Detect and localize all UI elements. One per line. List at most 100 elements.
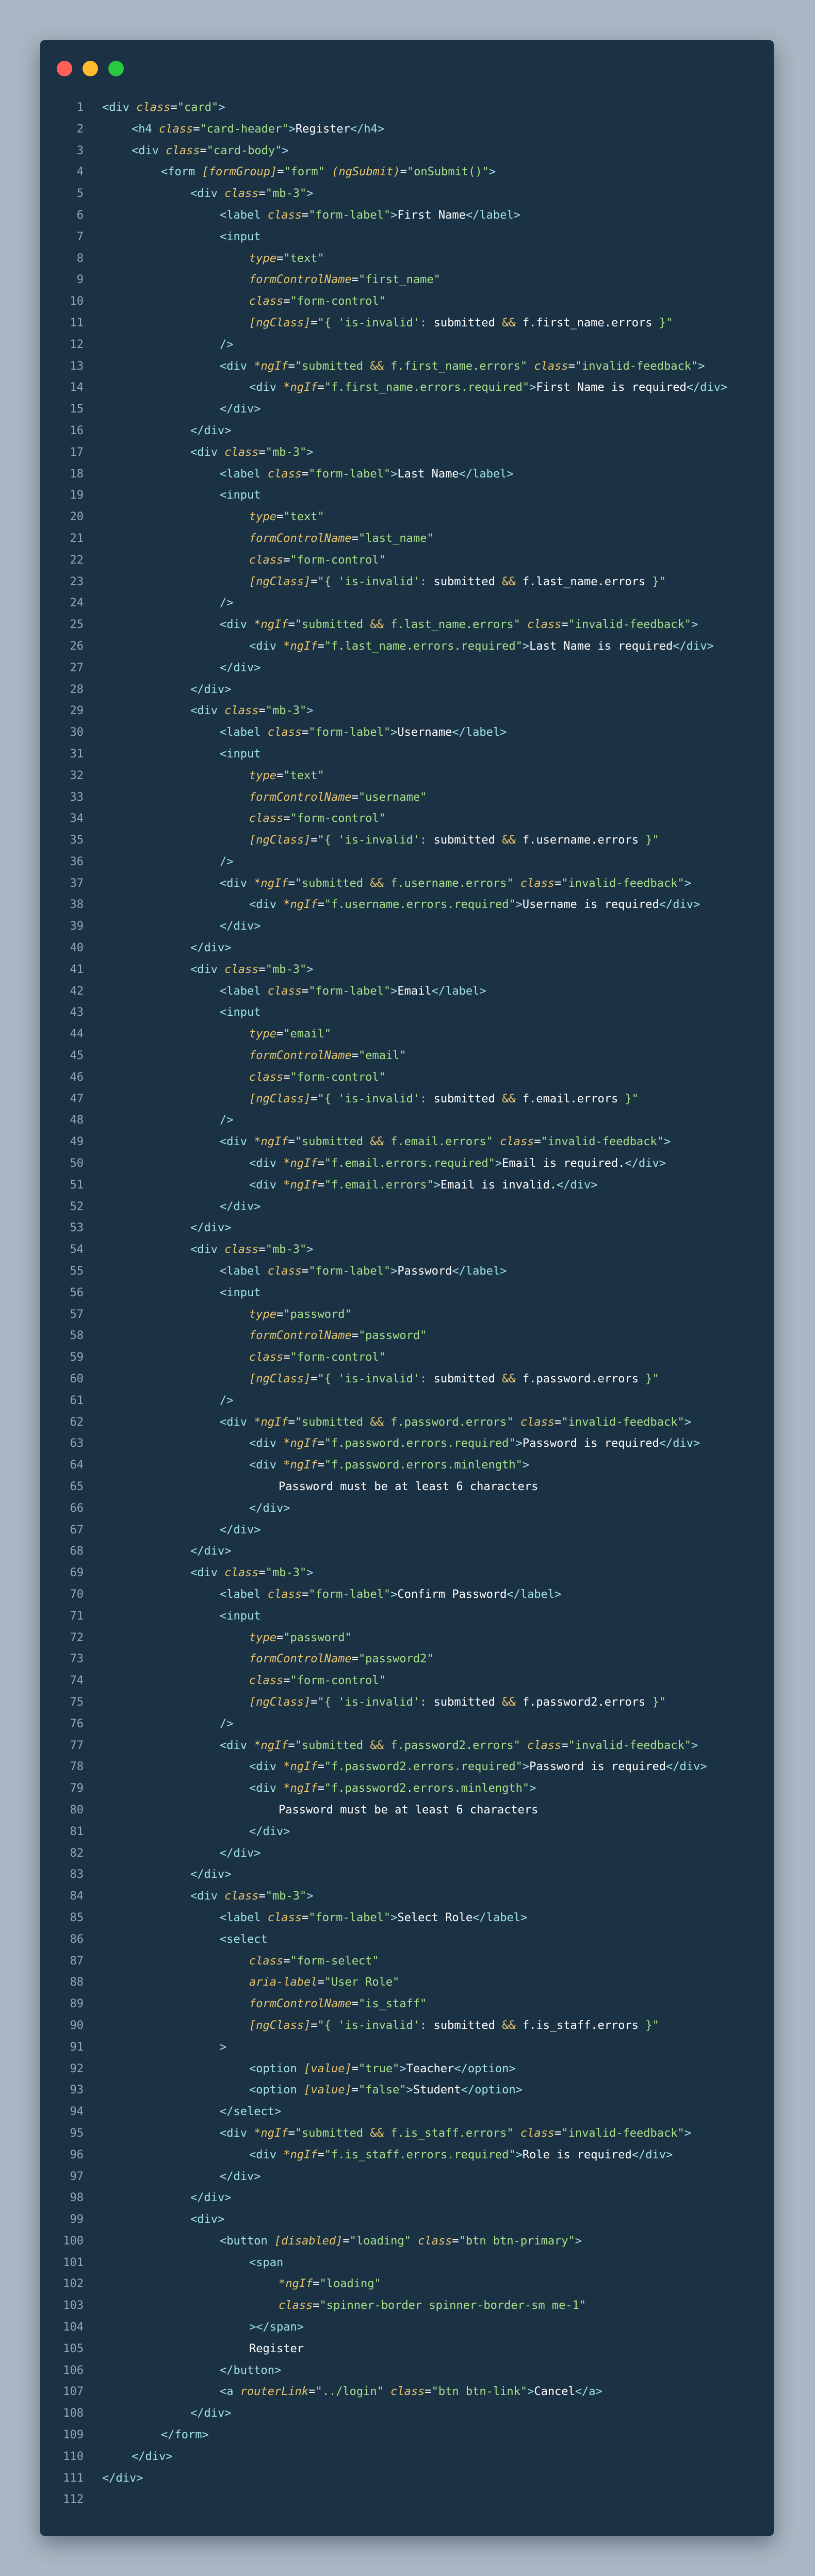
line-number: 69: [70, 1566, 84, 1580]
code-token: class: [166, 144, 200, 157]
code-token: <option: [249, 2084, 304, 2097]
code-line: 33 formControlName="username": [40, 787, 774, 808]
line-number: 111: [63, 2471, 84, 2485]
code-text: <label class="form-label">Confirm Passwo…: [220, 1584, 561, 1606]
code-token: =: [561, 618, 568, 632]
code-token: Username is required: [522, 898, 659, 912]
code-token: =: [258, 445, 266, 459]
code-token: "form-label": [308, 467, 391, 481]
code-token: class: [527, 1739, 562, 1752]
code-token: </div>: [190, 1221, 232, 1235]
code-token: =: [561, 1739, 568, 1752]
code-token: <div: [190, 704, 225, 718]
code-token: <div: [102, 101, 137, 114]
code-token: "form-label": [308, 1911, 391, 1924]
code-token: "mb-3": [265, 1243, 307, 1257]
code-token: >: [433, 1178, 441, 1192]
code-token: formControlName: [249, 532, 352, 545]
code-text: <div class="mb-3">: [190, 183, 313, 205]
code-token: f.email.errors": [383, 1135, 493, 1149]
line-number: 31: [70, 747, 84, 761]
line-number: 77: [70, 1739, 84, 1752]
code-token: >: [390, 208, 398, 222]
line-number: 6: [76, 208, 84, 222]
code-token: =: [317, 1437, 324, 1450]
code-token: class: [224, 1243, 259, 1257]
code-token: </h4>: [350, 122, 385, 136]
close-window-icon[interactable]: [57, 61, 72, 76]
code-token: <input: [220, 1006, 261, 1019]
code-token: </div>: [686, 381, 728, 394]
code-token: "invalid-feedback": [561, 877, 684, 890]
line-number: 7: [76, 230, 84, 243]
code-line: 42 <label class="form-label">Email</label…: [40, 981, 774, 1002]
line-number: 73: [70, 1653, 84, 1666]
code-token: "submitted: [295, 618, 370, 632]
line-number: 41: [70, 963, 84, 976]
line-number: 94: [70, 2105, 84, 2119]
code-token: </div>: [190, 1868, 232, 1881]
code-text: class="form-control": [249, 291, 386, 312]
line-number: 62: [70, 1415, 84, 1429]
code-token: =: [317, 1178, 324, 1192]
code-token: <input: [220, 747, 261, 761]
code-token: <select: [220, 1933, 268, 1946]
code-text: <div class="mb-3">: [190, 959, 313, 981]
code-line: 101 <span: [40, 2252, 774, 2274]
code-text: <div class="mb-3">: [190, 1239, 313, 1261]
code-token: class: [249, 1351, 284, 1364]
line-number: 49: [70, 1135, 84, 1149]
code-token: class: [224, 963, 259, 976]
code-token: >: [399, 2062, 406, 2075]
line-number: 82: [70, 1846, 84, 1860]
code-token: >: [406, 2084, 413, 2097]
code-text: formControlName="first_name": [249, 269, 441, 291]
code-text: </div>: [220, 1843, 260, 1864]
code-token: <label: [220, 467, 268, 481]
code-line: 36 />: [40, 851, 774, 873]
code-line: 32 type="text": [40, 765, 774, 787]
code-token: Password must be at least 6 characters: [279, 1480, 539, 1493]
code-token: />: [220, 1717, 234, 1730]
code-text: <div *ngIf="f.email.errors">Email is inv…: [249, 1175, 598, 1196]
line-number: 66: [70, 1501, 84, 1515]
code-token: "false": [358, 2084, 406, 2097]
line-number: 86: [70, 1933, 84, 1946]
code-line: 93 <option [value]="false">Student</optio…: [40, 2079, 774, 2101]
code-token: </option>: [461, 2084, 523, 2097]
code-line: 3 <div class="card-body">: [40, 140, 774, 162]
code-line: 9 formControlName="first_name": [40, 269, 774, 291]
code-text: formControlName="email": [249, 1045, 406, 1067]
code-token: </div>: [102, 2471, 143, 2485]
code-line: 56 <input: [40, 1282, 774, 1304]
code-token: =: [568, 359, 575, 373]
code-token: "is_staff": [358, 1997, 427, 2011]
code-text: </div>: [220, 1520, 260, 1541]
code-token: =: [258, 1243, 266, 1257]
code-token: submitted: [433, 1092, 502, 1105]
code-line: 90 [ngClass]="{ 'is-invalid': submitted &…: [40, 2015, 774, 2037]
code-token: </label>: [472, 1911, 528, 1924]
code-text: class="spinner-border spinner-border-sm …: [279, 2295, 586, 2317]
code-token: submitted: [433, 1373, 502, 1386]
code-line: 4 <form [formGroup]="form" (ngSubmit)="on…: [40, 161, 774, 183]
code-token: "loading": [349, 2234, 411, 2248]
code-token: >: [306, 1243, 314, 1257]
code-token: =: [258, 1890, 266, 1903]
code-token: <div: [249, 1157, 284, 1170]
code-token: </label>: [452, 726, 507, 739]
code-token: =: [301, 467, 309, 481]
code-token: submitted: [433, 316, 502, 329]
line-number: 108: [63, 2407, 84, 2420]
code-text: </button>: [220, 2360, 281, 2382]
line-number: 71: [70, 1609, 84, 1623]
minimize-window-icon[interactable]: [83, 61, 98, 76]
code-token: "../login": [315, 2385, 384, 2399]
maximize-window-icon[interactable]: [108, 61, 124, 76]
code-text: <label class="form-label">First Name</la…: [220, 205, 520, 226]
line-number: 112: [63, 2493, 84, 2506]
code-token: <div: [220, 1135, 254, 1149]
code-token: </div>: [190, 1545, 232, 1558]
code-token: "mb-3": [265, 445, 307, 459]
